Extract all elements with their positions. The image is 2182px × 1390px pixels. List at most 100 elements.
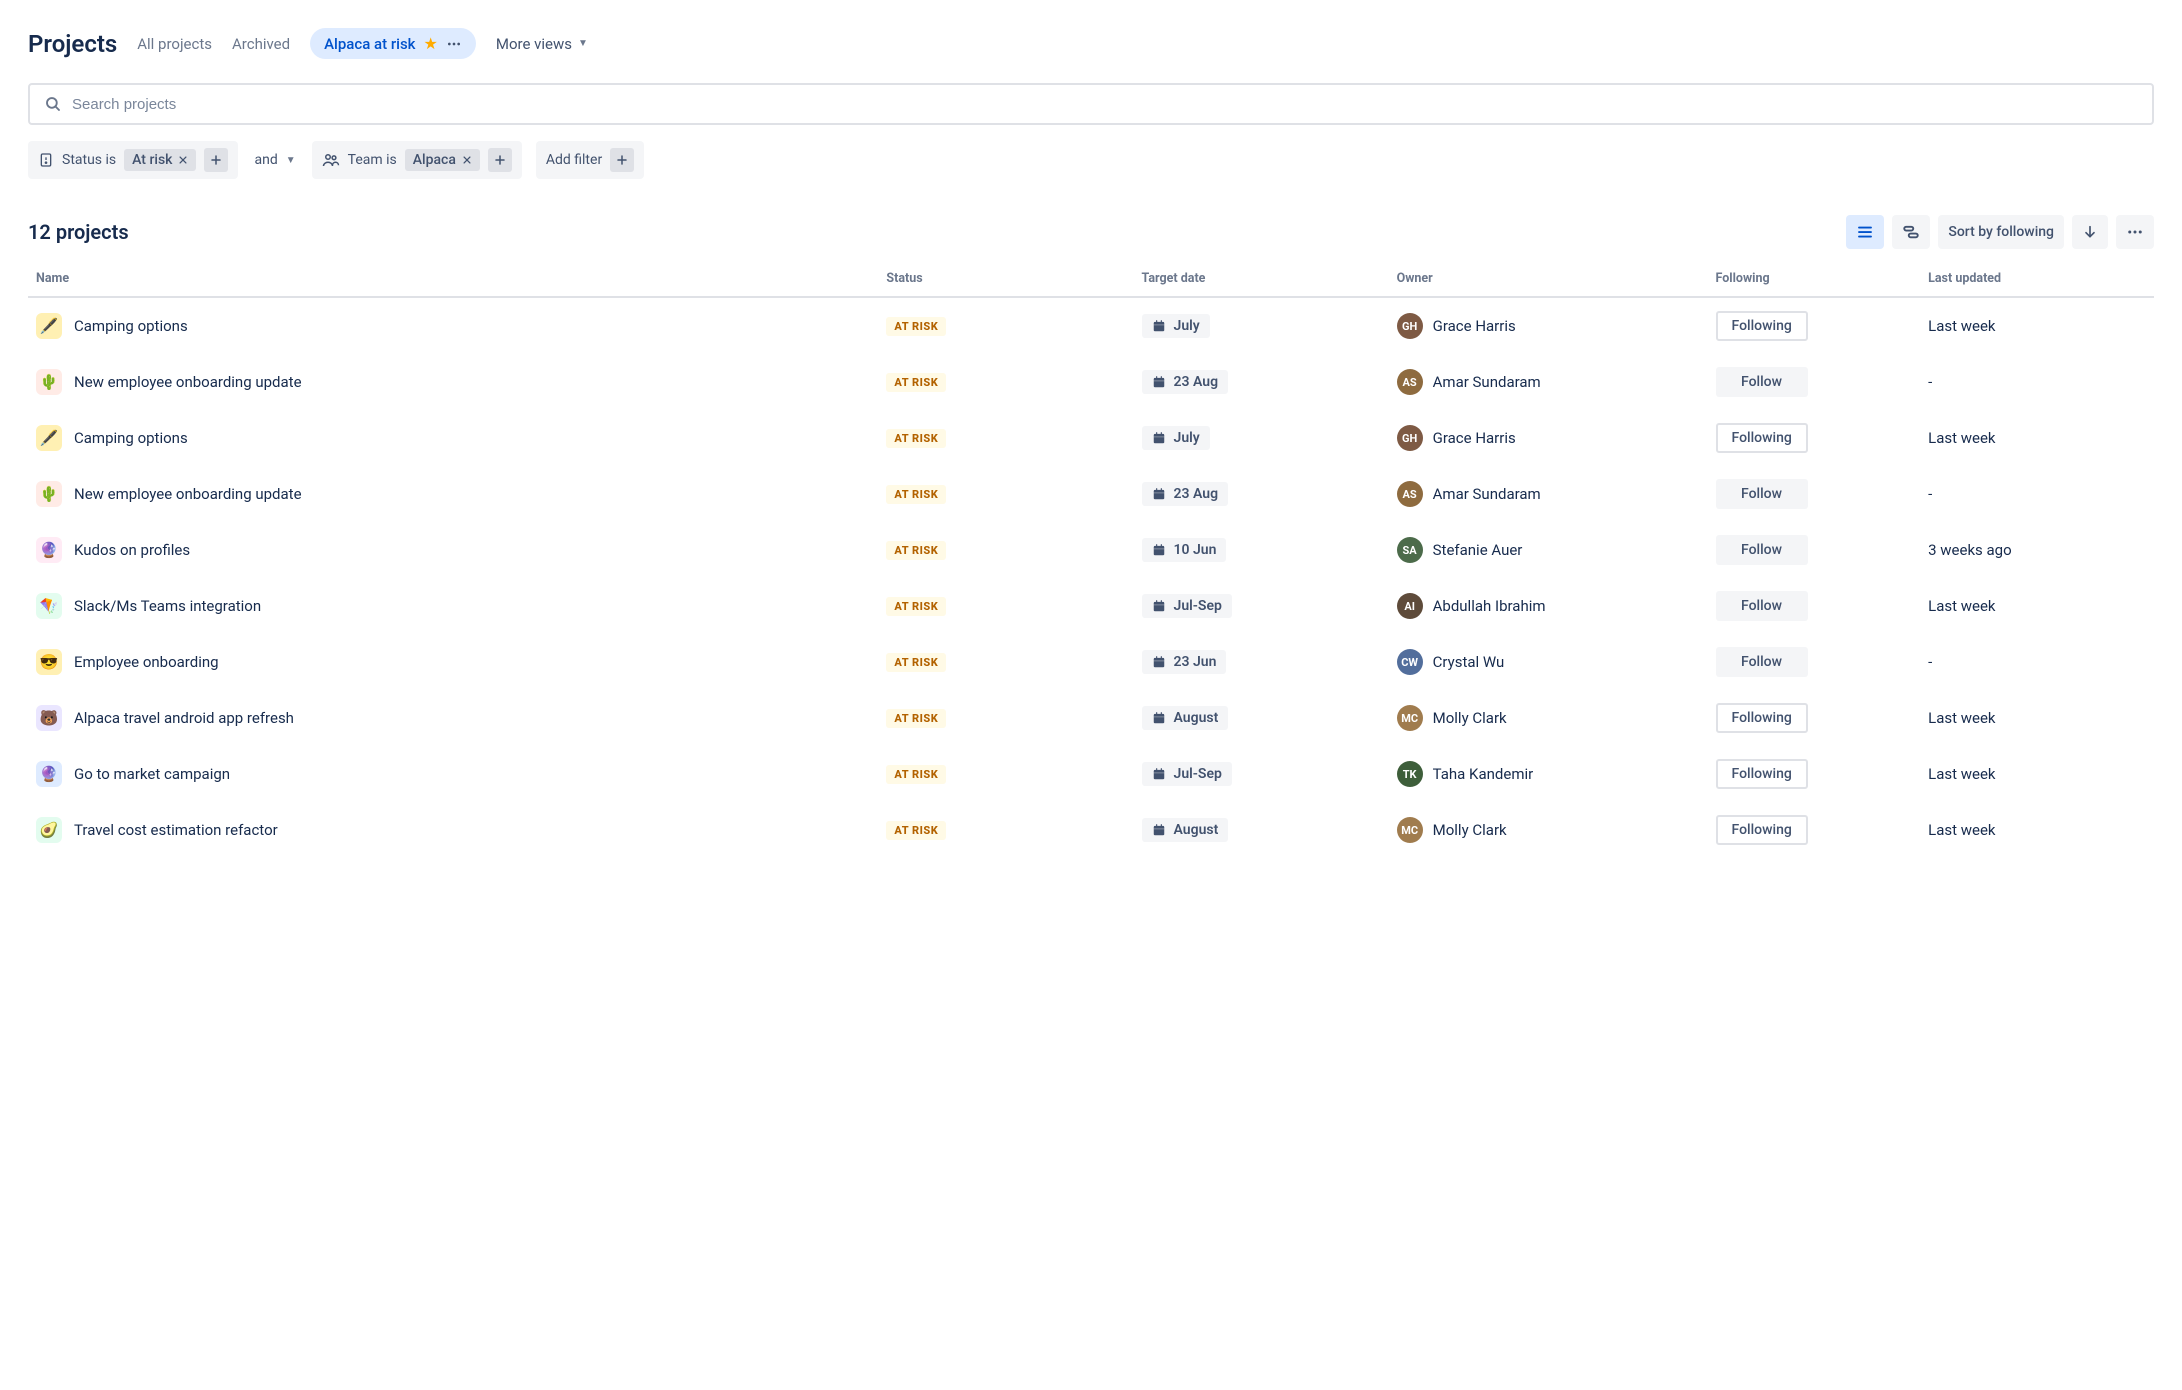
sort-label: Sort by following xyxy=(1948,224,2054,240)
list-icon xyxy=(1856,223,1874,241)
last-updated: - xyxy=(1928,485,1932,503)
table-row[interactable]: 🌵New employee onboarding updateAT RISK23… xyxy=(28,354,2154,410)
active-view-label: Alpaca at risk xyxy=(324,35,415,53)
target-date[interactable]: July xyxy=(1142,314,1210,338)
table-row[interactable]: 🥑Travel cost estimation refactorAT RISKA… xyxy=(28,802,2154,858)
table-row[interactable]: 🖋️Camping optionsAT RISKJulyGHGrace Harr… xyxy=(28,410,2154,466)
filter-status-value-chip[interactable]: At risk xyxy=(124,149,196,171)
project-name: Alpaca travel android app refresh xyxy=(74,709,294,727)
col-owner[interactable]: Owner xyxy=(1389,261,1708,297)
col-following[interactable]: Following xyxy=(1708,261,1921,297)
follow-button[interactable]: Following xyxy=(1716,703,1808,733)
target-date[interactable]: 23 Jun xyxy=(1142,650,1227,674)
owner-name: Molly Clark xyxy=(1433,709,1507,727)
header-nav: Projects All projects Archived Alpaca at… xyxy=(28,28,2154,59)
filter-combiner[interactable]: and ▼ xyxy=(252,145,297,175)
last-updated: Last week xyxy=(1928,597,1995,615)
sort-direction-button[interactable] xyxy=(2072,215,2108,249)
sort-button[interactable]: Sort by following xyxy=(1938,215,2064,249)
filter-status[interactable]: Status is At risk xyxy=(28,141,238,179)
status-badge: AT RISK xyxy=(886,429,946,448)
status-badge: AT RISK xyxy=(886,653,946,672)
filter-team-value-chip[interactable]: Alpaca xyxy=(405,149,480,171)
search-input[interactable] xyxy=(72,96,2138,113)
status-badge: AT RISK xyxy=(886,709,946,728)
table-row[interactable]: 🌵New employee onboarding updateAT RISK23… xyxy=(28,466,2154,522)
calendar-icon xyxy=(1152,375,1166,389)
follow-button[interactable]: Following xyxy=(1716,815,1808,845)
arrow-down-icon xyxy=(2082,224,2098,240)
add-status-value-icon[interactable] xyxy=(204,148,228,172)
target-date[interactable]: 23 Aug xyxy=(1142,370,1229,394)
nav-all-projects[interactable]: All projects xyxy=(137,35,212,53)
table-row[interactable]: 🖋️Camping optionsAT RISKJulyGHGrace Harr… xyxy=(28,297,2154,354)
target-date[interactable]: 10 Jun xyxy=(1142,538,1227,562)
chevron-down-icon: ▼ xyxy=(286,155,296,166)
table-row[interactable]: 🔮Go to market campaignAT RISKJul-SepTKTa… xyxy=(28,746,2154,802)
project-icon: 🌵 xyxy=(36,369,62,395)
col-last-updated[interactable]: Last updated xyxy=(1920,261,2154,297)
project-name: New employee onboarding update xyxy=(74,485,302,503)
follow-button[interactable]: Following xyxy=(1716,423,1808,453)
add-team-value-icon[interactable] xyxy=(488,148,512,172)
follow-button[interactable]: Following xyxy=(1716,759,1808,789)
calendar-icon xyxy=(1152,319,1166,333)
follow-button[interactable]: Follow xyxy=(1716,367,1808,397)
remove-team-icon[interactable] xyxy=(462,155,472,165)
target-date[interactable]: August xyxy=(1142,818,1229,842)
follow-button[interactable]: Follow xyxy=(1716,591,1808,621)
col-name[interactable]: Name xyxy=(28,261,878,297)
avatar: MC xyxy=(1397,817,1423,843)
nav-more-views[interactable]: More views ▼ xyxy=(496,35,588,53)
toolbar-more-button[interactable] xyxy=(2116,215,2154,249)
follow-button[interactable]: Follow xyxy=(1716,647,1808,677)
last-updated: - xyxy=(1928,653,1932,671)
target-date[interactable]: July xyxy=(1142,426,1210,450)
add-filter-button[interactable]: Add filter xyxy=(536,141,644,179)
target-date[interactable]: Jul-Sep xyxy=(1142,594,1232,618)
follow-button[interactable]: Following xyxy=(1716,311,1808,341)
last-updated: Last week xyxy=(1928,429,1995,447)
projects-table: Name Status Target date Owner Following … xyxy=(28,261,2154,858)
search-icon xyxy=(44,95,62,113)
filter-team-label: Team is xyxy=(348,152,397,168)
more-icon xyxy=(2126,223,2144,241)
filter-team[interactable]: Team is Alpaca xyxy=(312,141,522,179)
status-badge: AT RISK xyxy=(886,597,946,616)
projects-count: 12 projects xyxy=(28,220,129,244)
col-target-date[interactable]: Target date xyxy=(1134,261,1389,297)
filter-status-label: Status is xyxy=(62,152,116,168)
owner-name: Stefanie Auer xyxy=(1433,541,1523,559)
nav-active-view[interactable]: Alpaca at risk ★ xyxy=(310,28,476,59)
remove-status-icon[interactable] xyxy=(178,155,188,165)
nav-archived[interactable]: Archived xyxy=(232,35,290,53)
view-timeline-button[interactable] xyxy=(1892,215,1930,249)
owner-name: Crystal Wu xyxy=(1433,653,1505,671)
project-name: Kudos on profiles xyxy=(74,541,190,559)
follow-button[interactable]: Follow xyxy=(1716,479,1808,509)
target-date[interactable]: Jul-Sep xyxy=(1142,762,1232,786)
col-status[interactable]: Status xyxy=(878,261,1133,297)
target-date[interactable]: August xyxy=(1142,706,1229,730)
calendar-icon xyxy=(1152,487,1166,501)
calendar-icon xyxy=(1152,655,1166,669)
follow-button[interactable]: Follow xyxy=(1716,535,1808,565)
target-date[interactable]: 23 Aug xyxy=(1142,482,1229,506)
status-badge: AT RISK xyxy=(886,821,946,840)
project-icon: 🔮 xyxy=(36,761,62,787)
project-name: Camping options xyxy=(74,317,188,335)
project-name: Camping options xyxy=(74,429,188,447)
table-row[interactable]: 🐻Alpaca travel android app refreshAT RIS… xyxy=(28,690,2154,746)
table-row[interactable]: 🪁Slack/Ms Teams integrationAT RISKJul-Se… xyxy=(28,578,2154,634)
owner-name: Abdullah Ibrahim xyxy=(1433,597,1546,615)
view-list-button[interactable] xyxy=(1846,215,1884,249)
search-box[interactable] xyxy=(28,83,2154,125)
chevron-down-icon: ▼ xyxy=(578,38,588,49)
project-name: Slack/Ms Teams integration xyxy=(74,597,261,615)
table-row[interactable]: 😎Employee onboardingAT RISK23 JunCWCryst… xyxy=(28,634,2154,690)
calendar-icon xyxy=(1152,599,1166,613)
star-icon[interactable]: ★ xyxy=(424,34,438,53)
team-icon xyxy=(322,151,340,169)
table-row[interactable]: 🔮Kudos on profilesAT RISK10 JunSAStefani… xyxy=(28,522,2154,578)
view-more-icon[interactable] xyxy=(446,36,462,52)
